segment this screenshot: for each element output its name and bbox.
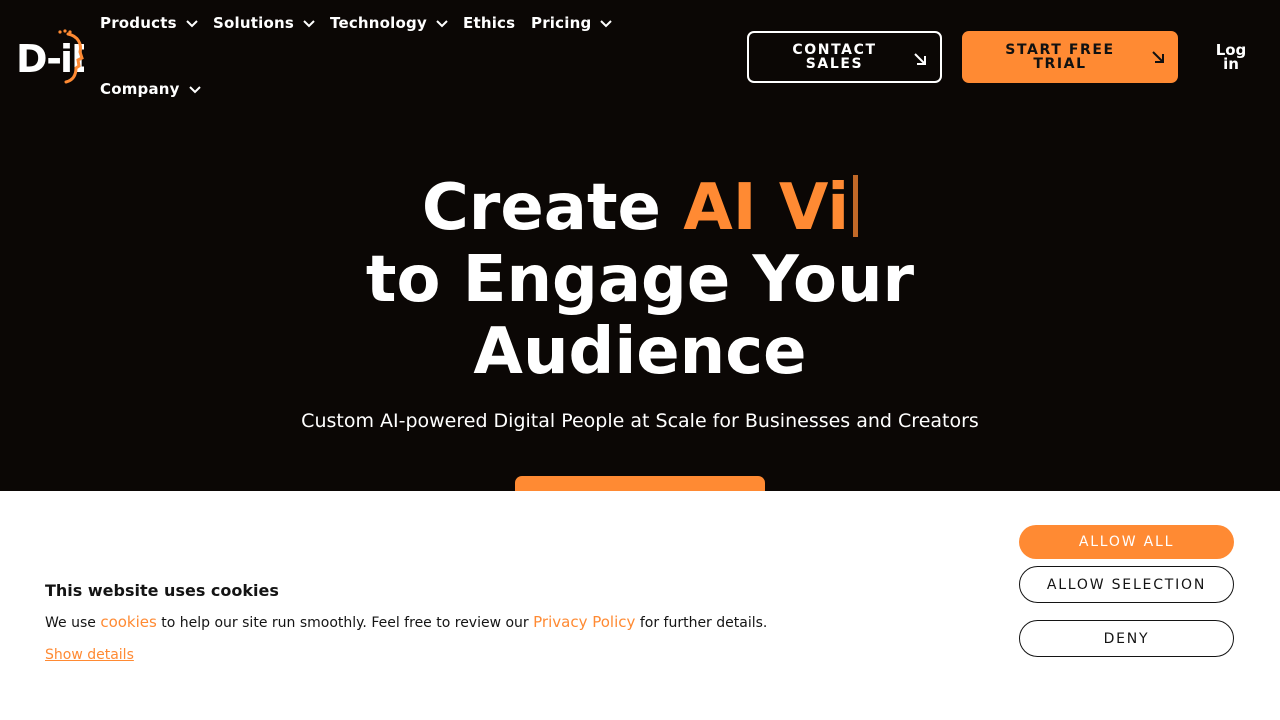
arrow-down-right-icon — [914, 53, 926, 65]
hero-title-typed: AI Vi — [683, 171, 850, 245]
hero-title-line2: to Engage Your — [365, 243, 915, 317]
arrow-down-right-icon — [1152, 51, 1164, 63]
typing-caret — [853, 175, 859, 237]
chevron-down-icon — [188, 86, 201, 94]
contact-sales-label: CONTACT SALES — [792, 42, 877, 72]
site-header: D-iD Products Solutions Technology Ethic… — [0, 0, 1280, 130]
chevron-down-icon — [600, 20, 613, 28]
nav-pricing-label: Pricing — [531, 14, 592, 32]
hero-subtitle: Custom AI-powered Digital People at Scal… — [301, 410, 979, 432]
nav-ethics-label: Ethics — [463, 14, 516, 32]
nav-solutions[interactable]: Solutions — [213, 14, 316, 32]
cookies-link[interactable]: cookies — [100, 613, 157, 631]
contact-sales-button[interactable]: CONTACT SALES — [747, 31, 942, 83]
cookie-text-before: We use — [45, 615, 101, 631]
cookie-text: We use cookies to help our site run smoo… — [45, 613, 767, 631]
hero-title-prefix: Create — [421, 171, 684, 245]
cookie-title: This website uses cookies — [45, 581, 279, 600]
login-link[interactable]: Log in — [1206, 43, 1256, 72]
chevron-down-icon — [185, 20, 198, 28]
chevron-down-icon — [303, 20, 315, 28]
nav-company-label: Company — [100, 80, 180, 98]
nav-ethics[interactable]: Ethics — [463, 14, 515, 32]
privacy-policy-link[interactable]: Privacy Policy — [533, 613, 635, 631]
show-details-link[interactable]: Show details — [45, 647, 134, 663]
allow-selection-button[interactable]: ALLOW SELECTION — [1019, 566, 1234, 603]
nav-pricing[interactable]: Pricing — [531, 14, 613, 32]
cookie-text-middle: to help our site run smoothly. Feel free… — [156, 615, 534, 631]
nav-products[interactable]: Products — [100, 14, 199, 32]
nav-solutions-label: Solutions — [213, 14, 294, 32]
nav-technology[interactable]: Technology — [330, 14, 449, 32]
allow-all-button[interactable]: ALLOW ALL — [1019, 525, 1234, 559]
nav-products-label: Products — [100, 14, 177, 32]
start-free-trial-label: START FREE TRIAL — [1005, 42, 1115, 72]
deny-button[interactable]: DENY — [1019, 620, 1234, 657]
cookie-text-after: for further details. — [635, 615, 768, 631]
d-id-logo[interactable]: D-iD — [16, 28, 84, 84]
nav-technology-label: Technology — [330, 14, 427, 32]
hero-title-line3: Audience — [473, 315, 807, 389]
cookie-banner: This website uses cookies We use cookies… — [0, 491, 1280, 720]
hero-title-line1: Create AI Vi — [0, 172, 1280, 244]
nav-company[interactable]: Company — [100, 80, 202, 98]
chevron-down-icon — [436, 20, 448, 28]
start-free-trial-button[interactable]: START FREE TRIAL — [962, 31, 1178, 83]
